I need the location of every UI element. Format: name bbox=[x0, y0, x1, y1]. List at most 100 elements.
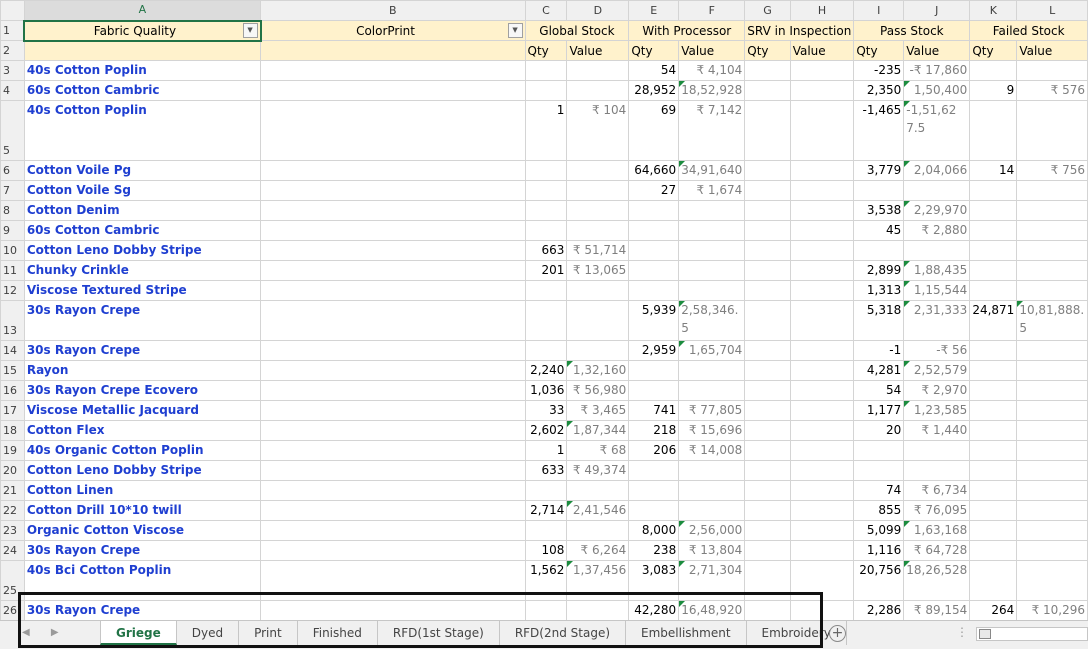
value-cell[interactable] bbox=[678, 460, 746, 481]
qty-cell[interactable] bbox=[969, 540, 1018, 561]
value-cell[interactable] bbox=[566, 80, 630, 101]
value-cell[interactable] bbox=[903, 240, 971, 261]
row-number[interactable]: 18 bbox=[0, 420, 25, 441]
value-cell[interactable]: 2,52,579 bbox=[903, 360, 971, 381]
qty-cell[interactable] bbox=[744, 460, 791, 481]
color-print-cell[interactable] bbox=[260, 560, 526, 601]
value-cell[interactable]: 1,50,400 bbox=[903, 80, 971, 101]
qty-cell[interactable] bbox=[969, 60, 1018, 81]
qty-cell[interactable]: 1,036 bbox=[524, 380, 568, 401]
value-cell[interactable]: ₹ 77,805 bbox=[678, 400, 746, 421]
qty-cell[interactable]: 633 bbox=[524, 460, 568, 481]
qty-cell[interactable] bbox=[969, 220, 1018, 241]
qty-cell[interactable] bbox=[628, 380, 680, 401]
color-print-cell[interactable] bbox=[260, 160, 526, 181]
value-cell[interactable] bbox=[1016, 400, 1088, 421]
qty-cell[interactable]: 54 bbox=[853, 380, 905, 401]
value-cell[interactable] bbox=[1016, 380, 1088, 401]
value-cell[interactable]: ₹ 49,374 bbox=[566, 460, 630, 481]
value-cell[interactable]: ₹ 2,880 bbox=[903, 220, 971, 241]
value-cell[interactable]: ₹ 2,970 bbox=[903, 380, 971, 401]
value-cell[interactable] bbox=[1016, 340, 1088, 361]
qty-cell[interactable] bbox=[744, 520, 791, 541]
qty-cell[interactable]: 2,350 bbox=[853, 80, 905, 101]
fabric-quality-cell[interactable]: Cotton Denim bbox=[23, 200, 262, 221]
qty-cell[interactable]: 1,562 bbox=[524, 560, 568, 601]
value-cell[interactable]: -1,51,627.5 bbox=[903, 100, 971, 161]
fabric-quality-cell[interactable]: 30s Rayon Crepe bbox=[23, 340, 262, 361]
qty-cell[interactable] bbox=[744, 600, 791, 621]
qty-cell[interactable] bbox=[524, 60, 568, 81]
value-cell[interactable] bbox=[789, 400, 855, 421]
row-number[interactable]: 8 bbox=[0, 200, 25, 221]
scrollbar-thumb[interactable] bbox=[979, 629, 991, 639]
tab-print[interactable]: Print bbox=[239, 621, 298, 645]
value-cell[interactable] bbox=[1016, 540, 1088, 561]
value-cell[interactable]: 2,29,970 bbox=[903, 200, 971, 221]
value-cell[interactable] bbox=[566, 220, 630, 241]
value-cell[interactable]: ₹ 10,296 bbox=[1016, 600, 1088, 621]
qty-cell[interactable] bbox=[744, 340, 791, 361]
qty-cell[interactable]: 8,000 bbox=[628, 520, 680, 541]
value-cell[interactable] bbox=[789, 360, 855, 381]
row-number[interactable]: 24 bbox=[0, 540, 25, 561]
qty-header[interactable]: Qty bbox=[853, 40, 905, 61]
value-cell[interactable] bbox=[566, 340, 630, 361]
fabric-quality-cell[interactable]: Cotton Drill 10*10 twill bbox=[23, 500, 262, 521]
value-cell[interactable] bbox=[789, 220, 855, 241]
next-sheet-icon[interactable]: ▶ bbox=[51, 627, 59, 638]
value-cell[interactable]: ₹ 56,980 bbox=[566, 380, 630, 401]
color-print-cell[interactable] bbox=[260, 100, 526, 161]
value-cell[interactable]: 34,91,640 bbox=[678, 160, 746, 181]
qty-cell[interactable] bbox=[969, 200, 1018, 221]
value-cell[interactable]: ₹ 89,154 bbox=[903, 600, 971, 621]
value-cell[interactable] bbox=[789, 380, 855, 401]
color-print-cell[interactable] bbox=[260, 260, 526, 281]
tab-rfd-1st-stage[interactable]: RFD(1st Stage) bbox=[378, 621, 500, 645]
qty-cell[interactable]: 2,959 bbox=[628, 340, 680, 361]
value-cell[interactable]: ₹ 15,696 bbox=[678, 420, 746, 441]
fabric-quality-cell[interactable]: Viscose Metallic Jacquard bbox=[23, 400, 262, 421]
previous-sheet-icon[interactable]: ◀ bbox=[22, 627, 30, 638]
qty-cell[interactable] bbox=[744, 500, 791, 521]
row-number[interactable]: 20 bbox=[0, 460, 25, 481]
tab-dyed[interactable]: Dyed bbox=[177, 621, 240, 645]
qty-cell[interactable] bbox=[524, 280, 568, 301]
fabric-quality-cell[interactable]: 30s Rayon Crepe bbox=[23, 600, 262, 621]
qty-header[interactable]: Qty bbox=[628, 40, 680, 61]
qty-cell[interactable]: 206 bbox=[628, 440, 680, 461]
column-header-i[interactable]: I bbox=[853, 0, 905, 21]
qty-cell[interactable] bbox=[969, 560, 1018, 601]
value-cell[interactable] bbox=[678, 220, 746, 241]
value-cell[interactable] bbox=[789, 600, 855, 621]
qty-cell[interactable]: 27 bbox=[628, 180, 680, 201]
qty-cell[interactable]: -1,465 bbox=[853, 100, 905, 161]
qty-cell[interactable] bbox=[744, 420, 791, 441]
qty-cell[interactable] bbox=[744, 180, 791, 201]
value-cell[interactable] bbox=[1016, 500, 1088, 521]
qty-cell[interactable]: 14 bbox=[969, 160, 1018, 181]
value-cell[interactable] bbox=[1016, 240, 1088, 261]
qty-cell[interactable] bbox=[628, 220, 680, 241]
value-cell[interactable]: -₹ 17,860 bbox=[903, 60, 971, 81]
qty-cell[interactable] bbox=[744, 560, 791, 601]
color-print-header[interactable]: ColorPrint ▼ bbox=[260, 20, 526, 41]
value-cell[interactable]: ₹ 68 bbox=[566, 440, 630, 461]
value-cell[interactable]: 1,23,585 bbox=[903, 400, 971, 421]
column-header-a[interactable]: A bbox=[23, 0, 262, 22]
value-cell[interactable] bbox=[789, 60, 855, 81]
value-cell[interactable]: ₹ 51,714 bbox=[566, 240, 630, 261]
fabric-quality-cell[interactable]: Viscose Textured Stripe bbox=[23, 280, 262, 301]
qty-cell[interactable] bbox=[744, 80, 791, 101]
qty-cell[interactable] bbox=[853, 440, 905, 461]
value-cell[interactable] bbox=[789, 480, 855, 501]
value-cell[interactable] bbox=[789, 300, 855, 341]
qty-cell[interactable] bbox=[969, 520, 1018, 541]
failed-stock-header[interactable]: Failed Stock bbox=[969, 20, 1088, 41]
with-processor-header[interactable]: With Processor bbox=[628, 20, 746, 41]
row-number[interactable]: 14 bbox=[0, 340, 25, 361]
qty-cell[interactable]: 3,779 bbox=[853, 160, 905, 181]
fabric-quality-cell[interactable]: Cotton Leno Dobby Stripe bbox=[23, 240, 262, 261]
qty-cell[interactable] bbox=[969, 360, 1018, 381]
tab-finished[interactable]: Finished bbox=[298, 621, 378, 645]
